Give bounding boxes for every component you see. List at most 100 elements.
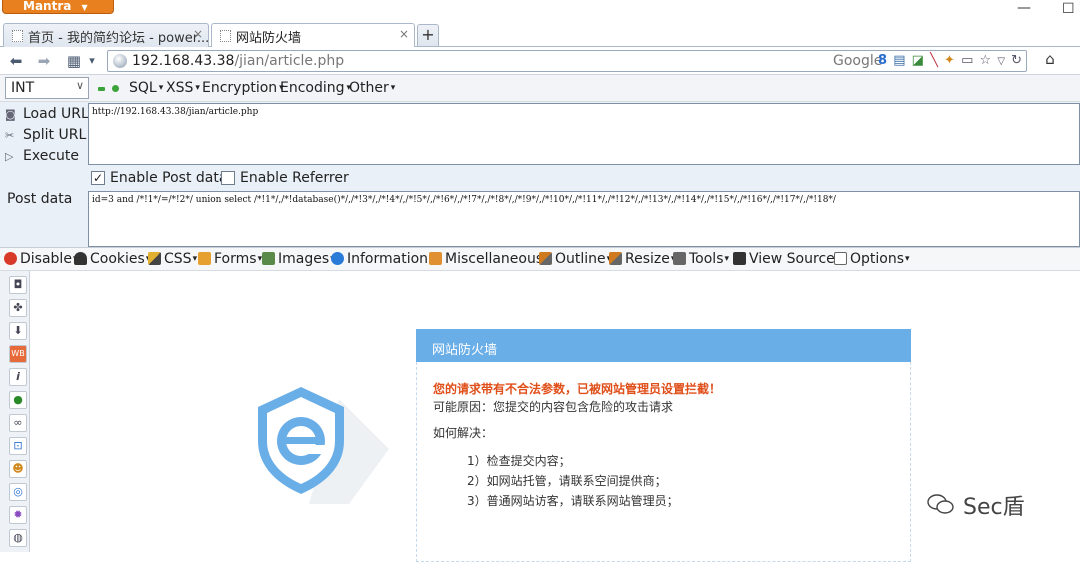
- split-url-button[interactable]: ✂ Split URL: [5, 127, 86, 143]
- watermark: Sec盾: [926, 489, 1025, 521]
- miscellaneous-menu[interactable]: Miscellaneous▾: [429, 251, 549, 267]
- forward-button[interactable]: ➡: [34, 51, 54, 71]
- new-tab-button[interactable]: +: [417, 24, 439, 46]
- how-to-fix-heading: 如何解决：: [433, 426, 494, 440]
- forms-menu[interactable]: Forms▾: [198, 251, 262, 267]
- firebug-icon[interactable]: ☻: [9, 460, 27, 478]
- pen-icon[interactable]: ╲: [930, 53, 939, 68]
- resize-menu[interactable]: Resize▾: [609, 251, 675, 267]
- menu-xss[interactable]: XSS ▾: [166, 80, 200, 96]
- firewall-message-box: 您的请求带有不合法参数，已被网站管理员设置拦截！ 可能原因：您提交的内容包含危险…: [416, 362, 911, 562]
- grid-icon[interactable]: ▦: [64, 51, 84, 71]
- download-icon[interactable]: ⬇: [9, 322, 27, 340]
- navigation-bar: ⬅ ➡ ▦ ▾ 192.168.43.38/jian/article.php G…: [0, 47, 1080, 75]
- mantra-app-menu-button[interactable]: Mantra ▼: [2, 0, 114, 14]
- enable-post-label: Enable Post data: [110, 170, 228, 186]
- puzzle-icon[interactable]: ✤: [9, 299, 27, 317]
- increase-icon[interactable]: [112, 85, 119, 92]
- history-dropdown-icon[interactable]: ▾: [86, 51, 98, 71]
- outline-menu[interactable]: Outline▾: [539, 251, 611, 267]
- tab-close-icon[interactable]: ×: [399, 27, 409, 41]
- globe-icon[interactable]: ●: [9, 391, 27, 409]
- miscellaneous-icon: [429, 252, 442, 265]
- type-select-value: INT: [11, 80, 35, 96]
- gear-icon[interactable]: ✹: [9, 506, 27, 524]
- url-bar[interactable]: 192.168.43.38/jian/article.php Google 8 …: [107, 50, 1027, 72]
- tab-label: 首页 - 我的简约论坛 - power...: [28, 31, 209, 46]
- css-pencil-icon: [148, 252, 161, 265]
- cookies-menu[interactable]: Cookies▾: [74, 251, 150, 267]
- menu-label: Cookies: [90, 251, 145, 267]
- view-source-icon: [733, 252, 746, 265]
- tools-icon: [673, 252, 686, 265]
- decrease-icon[interactable]: [98, 87, 105, 91]
- tab-firewall[interactable]: 网站防火墙 ×: [211, 23, 415, 47]
- tab-close-icon[interactable]: ×: [193, 27, 203, 41]
- post-data-textarea[interactable]: id=3 and /*!1*/=/*!2*/ union select /*!1…: [88, 191, 1080, 247]
- chevron-down-icon: ▾: [158, 83, 164, 93]
- type-select[interactable]: INT ∨: [5, 77, 89, 99]
- palette-icon[interactable]: ◍: [9, 529, 27, 547]
- inspect-icon[interactable]: ⊡: [9, 437, 27, 455]
- addon-icons[interactable]: 8 ▤ ◪ ╲ ✦ ▭ ☆ ▽ ↻: [878, 53, 1023, 68]
- menu-label: SQL: [129, 80, 157, 96]
- view-source-menu[interactable]: View Source▾: [733, 251, 840, 267]
- blocked-reason: 可能原因：您提交的内容包含危险的攻击请求: [433, 400, 674, 414]
- url-textarea[interactable]: http://192.168.43.38/jian/article.php: [88, 103, 1080, 165]
- chevron-down-icon: ▾: [195, 83, 200, 93]
- search-engine-label[interactable]: Google: [833, 53, 882, 69]
- info-icon[interactable]: i: [9, 368, 27, 386]
- options-menu[interactable]: Options▾: [834, 251, 910, 267]
- web-icon[interactable]: WB: [9, 345, 27, 363]
- maximize-button[interactable]: ☐: [1062, 2, 1078, 18]
- menu-other[interactable]: Other ▾: [349, 80, 395, 96]
- bookmark-star-icon[interactable]: ☆: [980, 53, 993, 68]
- chevron-down-icon: ▾: [390, 83, 396, 93]
- back-button[interactable]: ⬅: [6, 51, 26, 71]
- tab-forum-home[interactable]: 首页 - 我的简约论坛 - power... ×: [3, 23, 209, 47]
- tab-strip: 首页 - 我的简约论坛 - power... × 网站防火墙 × +: [0, 20, 1080, 47]
- hackbar-panel: ◙ Load URL ✂ Split URL ▷ Execute http://192…: [0, 102, 1080, 248]
- url-text[interactable]: 192.168.43.38/jian/article.php: [132, 53, 344, 69]
- globe-icon: [113, 54, 127, 68]
- menu-sql[interactable]: SQL ▾: [129, 80, 163, 96]
- sync-icon[interactable]: ▤: [893, 53, 906, 68]
- chevron-down-icon: ▾: [192, 254, 198, 264]
- enable-post-checkbox[interactable]: ✓: [91, 171, 105, 185]
- disable-menu[interactable]: Disable▾: [4, 251, 77, 267]
- fix-step: 1）检查提交内容；: [467, 454, 571, 468]
- chart-icon[interactable]: ◪: [912, 53, 925, 68]
- enable-referrer-checkbox[interactable]: [221, 171, 235, 185]
- search-provider-icon[interactable]: 8: [878, 53, 888, 68]
- menu-label: Forms: [214, 251, 257, 267]
- menu-label: Other: [349, 80, 389, 96]
- menu-label: Disable: [20, 251, 72, 267]
- minimize-button[interactable]: —: [1016, 1, 1032, 18]
- enable-referrer-label: Enable Referrer: [240, 170, 349, 186]
- execute-label: Execute: [23, 148, 79, 164]
- css-menu[interactable]: CSS▾: [148, 251, 197, 267]
- firewall-title: 网站防火墙: [416, 329, 911, 362]
- url-host: 192.168.43.38: [132, 53, 235, 69]
- page-icon: [12, 30, 23, 42]
- disable-icon: [4, 252, 17, 265]
- chevron-down-icon[interactable]: ▽: [997, 56, 1006, 67]
- load-url-button[interactable]: ◙ Load URL: [5, 106, 89, 122]
- menu-encryption[interactable]: Encryption ▾: [202, 80, 284, 96]
- post-data-label: Post data: [7, 191, 73, 207]
- information-menu[interactable]: Information▾: [331, 251, 434, 267]
- execute-button[interactable]: ▷ Execute: [5, 148, 79, 164]
- menu-encoding[interactable]: Encoding ▾: [280, 80, 351, 96]
- screenshot-icon[interactable]: ◘: [9, 276, 27, 294]
- mantra-label: Mantra: [23, 0, 72, 13]
- scissors-icon: ✂: [5, 129, 15, 142]
- extension-icon[interactable]: ✦: [944, 53, 956, 68]
- printer-icon[interactable]: ▭: [961, 53, 974, 68]
- chevron-down-icon: ▾: [724, 254, 730, 264]
- reload-icon[interactable]: ↻: [1011, 53, 1023, 68]
- tools-menu[interactable]: Tools▾: [673, 251, 729, 267]
- link-icon[interactable]: ∞: [9, 414, 27, 432]
- home-button[interactable]: ⌂: [1040, 50, 1060, 70]
- images-menu[interactable]: Images▾: [262, 251, 335, 267]
- swirl-icon[interactable]: ◎: [9, 483, 27, 501]
